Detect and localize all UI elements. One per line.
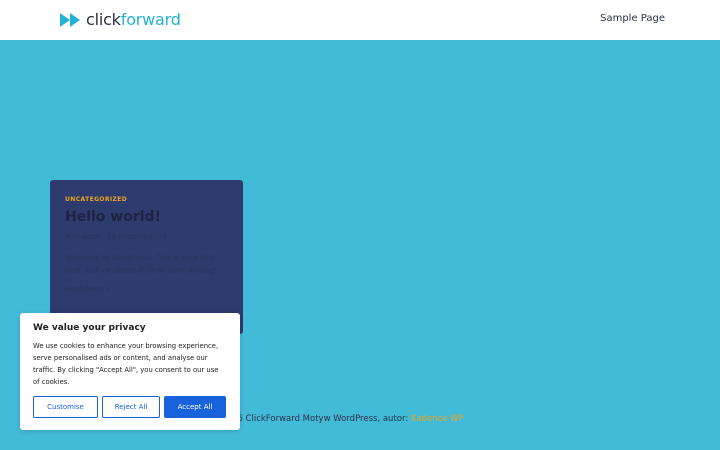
double-chevron-icon	[60, 13, 80, 27]
post-title[interactable]: Hello world!	[65, 209, 228, 225]
logo-text-forward: forward	[120, 10, 181, 29]
post-excerpt: Welcome to WordPress. This is your first…	[65, 253, 217, 275]
post-meta: Post autor · 12 stycznia 2026	[65, 233, 168, 241]
cookie-description: We use cookies to enhance your browsing …	[33, 342, 219, 386]
read-more-link[interactable]: Read more »	[65, 285, 228, 293]
logo-text-click: click	[86, 10, 121, 29]
post-card: UNCATEGORIZED Hello world! Post autor · …	[50, 180, 243, 334]
cookie-button-group: Customise Reject All Accept All	[33, 396, 227, 418]
footer-link[interactable]: Kadence WP	[411, 414, 464, 424]
cookie-title: We value your privacy	[33, 323, 146, 333]
post-category[interactable]: UNCATEGORIZED	[65, 196, 228, 203]
accept-all-button[interactable]: Accept All	[164, 396, 226, 418]
cookie-consent-banner: We value your privacy We use cookies to …	[20, 313, 240, 430]
site-header: clickforward Sample Page	[0, 0, 720, 40]
site-logo[interactable]: clickforward	[60, 10, 181, 30]
site-footer: © 2026 ClickForward Motyw WordPress, aut…	[210, 414, 464, 424]
logo-text: clickforward	[86, 10, 181, 30]
customise-button[interactable]: Customise	[33, 396, 98, 418]
nav-sample-page[interactable]: Sample Page	[600, 13, 665, 24]
reject-all-button[interactable]: Reject All	[102, 396, 160, 418]
